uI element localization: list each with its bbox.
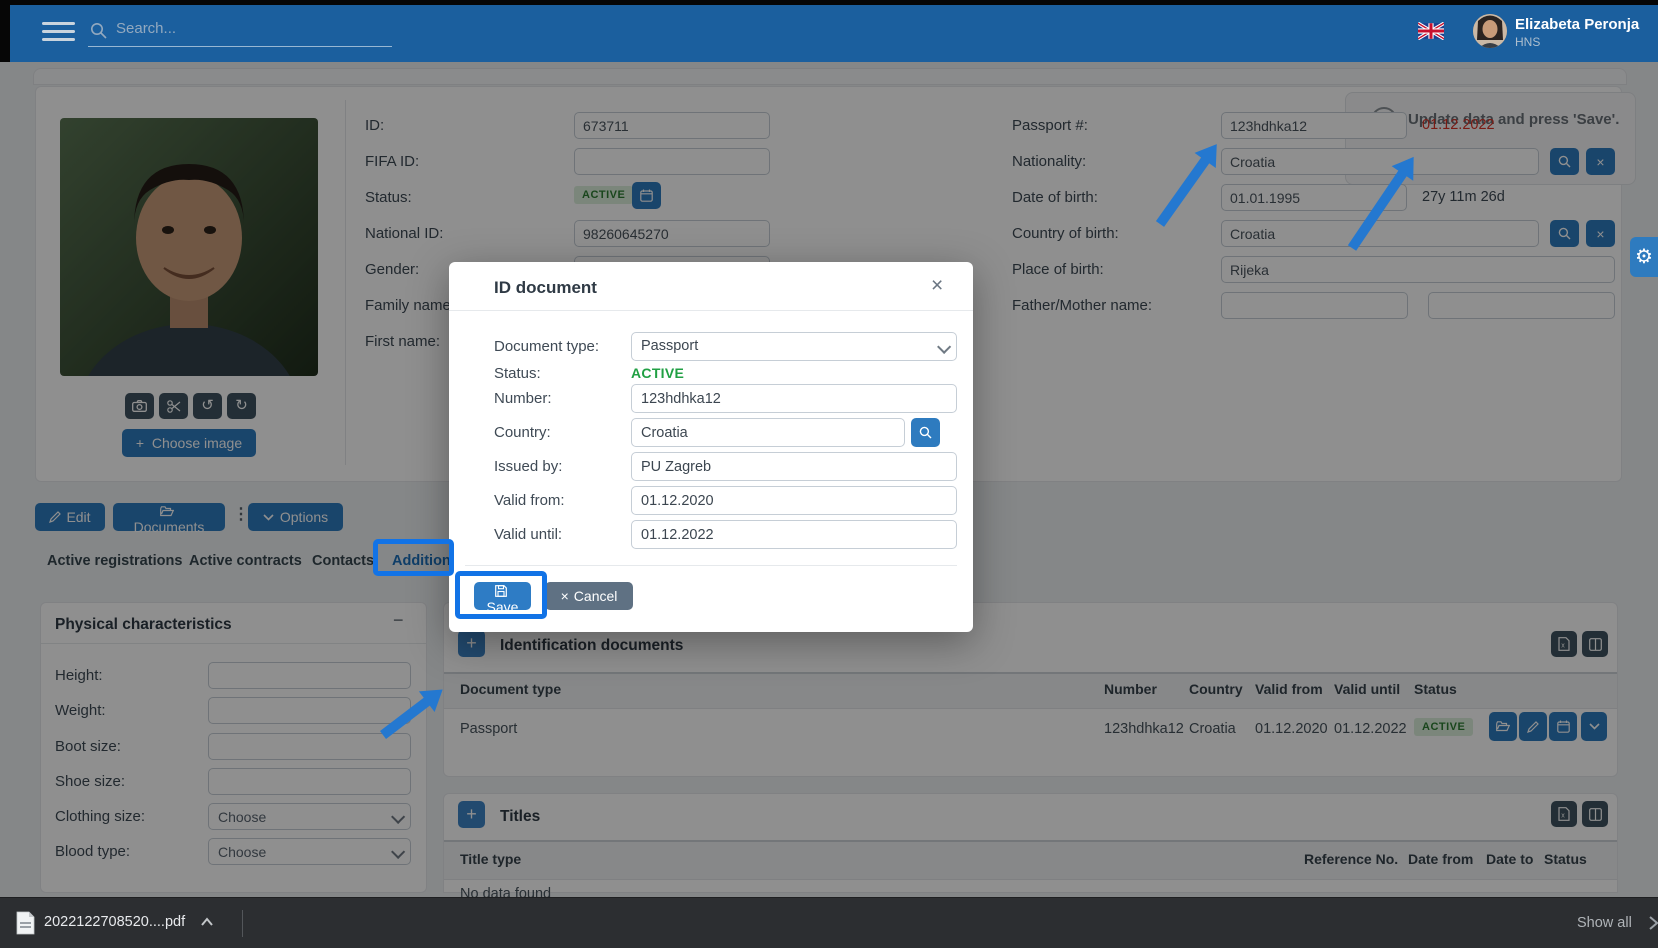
modal-doc-type-value: Passport — [641, 338, 698, 354]
show-all-link[interactable]: Show all — [1577, 915, 1632, 931]
download-bar-divider — [242, 910, 243, 937]
settings-gear-icon[interactable]: ⚙ — [1630, 237, 1658, 277]
id-document-modal: ID document × Document type: Passport St… — [449, 262, 973, 632]
user-avatar[interactable] — [1473, 14, 1507, 48]
user-organization: HNS — [1515, 35, 1540, 49]
modal-doc-type-select[interactable]: Passport — [631, 332, 957, 361]
modal-valid-from-field[interactable] — [631, 486, 957, 515]
modal-valid-from-label: Valid from: — [494, 492, 565, 509]
modal-footer-divider — [465, 565, 957, 566]
x-icon: × — [561, 588, 569, 604]
menu-hamburger-icon[interactable] — [42, 22, 75, 42]
modal-valid-until-label: Valid until: — [494, 526, 562, 543]
global-search — [88, 16, 392, 47]
modal-valid-until-field[interactable] — [631, 520, 957, 549]
cancel-label: Cancel — [574, 588, 618, 604]
window-edge-left — [0, 0, 10, 62]
search-icon — [90, 22, 107, 39]
search-input[interactable] — [114, 19, 388, 38]
save-label: Save — [487, 599, 519, 615]
modal-title: ID document — [494, 278, 597, 298]
modal-issued-by-label: Issued by: — [494, 458, 562, 475]
save-button[interactable]: Save — [474, 582, 531, 610]
close-icon[interactable]: × — [931, 274, 943, 298]
modal-header-divider — [449, 310, 973, 311]
modal-doc-type-label: Document type: — [494, 338, 599, 355]
modal-country-field[interactable] — [631, 418, 905, 447]
app-root: ↺ ↻ + Choose image ID: FIFA ID: Status: … — [0, 0, 1658, 948]
modal-country-label: Country: — [494, 424, 551, 441]
show-all-chevron-icon[interactable] — [1648, 915, 1658, 931]
pdf-file-icon — [16, 911, 35, 935]
cancel-button[interactable]: × Cancel — [545, 582, 633, 610]
top-navigation-bar: Elizabeta Peronja HNS — [0, 0, 1658, 62]
modal-country-search-icon[interactable] — [911, 418, 940, 447]
modal-issued-by-field[interactable] — [631, 452, 957, 481]
modal-number-field[interactable] — [631, 384, 957, 413]
modal-status-value: ACTIVE — [631, 365, 684, 381]
downloaded-file-name[interactable]: 2022122708520....pdf — [44, 914, 185, 930]
browser-download-bar: 2022122708520....pdf Show all — [0, 897, 1658, 948]
window-edge-top — [0, 0, 1658, 5]
user-name[interactable]: Elizabeta Peronja — [1515, 16, 1639, 33]
modal-status-label: Status: — [494, 365, 541, 382]
modal-number-label: Number: — [494, 390, 552, 407]
chevron-down-icon — [937, 340, 951, 354]
download-caret-up-icon[interactable] — [200, 916, 214, 928]
language-flag-icon[interactable] — [1418, 22, 1444, 40]
